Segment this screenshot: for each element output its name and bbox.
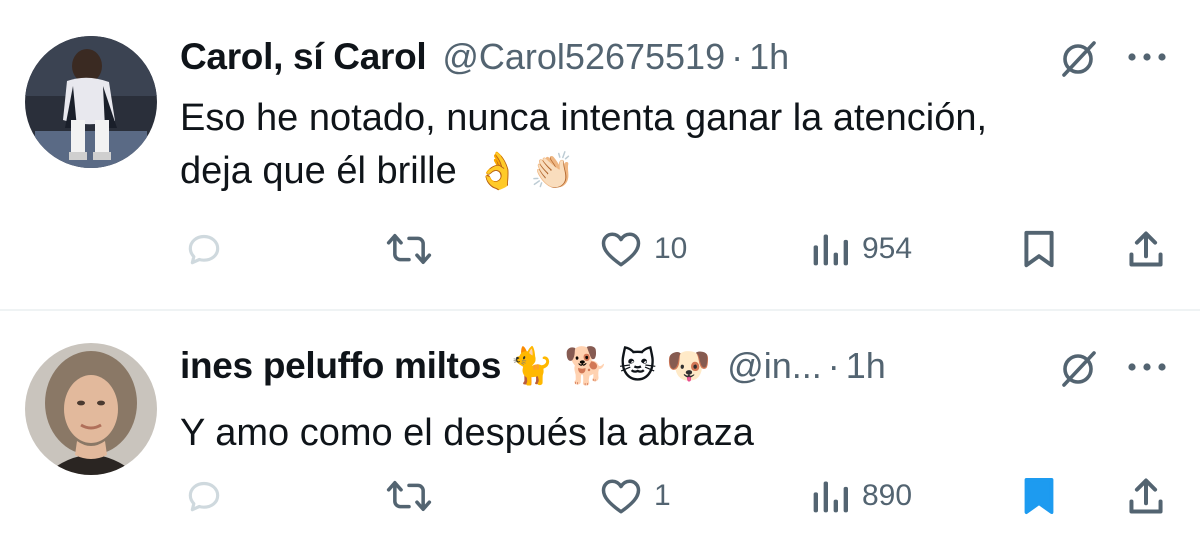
avatar-photo	[25, 36, 157, 168]
display-name[interactable]: Carol, sí Carol	[180, 36, 427, 78]
timestamp[interactable]: 1h	[846, 345, 886, 387]
grok-icon[interactable]	[1056, 347, 1100, 391]
share-icon	[1126, 229, 1166, 269]
tweet-text: Eso he notado, nunca intenta ganar la at…	[180, 92, 987, 198]
tweet-text-line-1: Y amo como el después la abraza	[180, 412, 754, 454]
action-bar: 1 890	[0, 471, 1200, 521]
bookmark-button[interactable]	[1021, 471, 1057, 521]
bookmark-icon	[1021, 229, 1057, 269]
tweet-text-line-1: Eso he notado, nunca intenta ganar la at…	[180, 97, 988, 139]
reply-icon	[184, 229, 224, 269]
avatar[interactable]	[25, 343, 157, 475]
separator-dot: ·	[827, 345, 840, 386]
separator-dot: ·	[731, 36, 744, 77]
user-handle[interactable]: @in...	[727, 345, 822, 387]
tweet-header: Carol, sí Carol @Carol52675519 · 1h	[180, 32, 789, 82]
reply-button[interactable]	[184, 471, 224, 521]
like-button[interactable]: 1	[600, 471, 671, 521]
share-button[interactable]	[1126, 224, 1166, 274]
views-icon	[810, 476, 850, 516]
avatar-photo	[25, 343, 157, 475]
bookmark-filled-icon	[1021, 476, 1057, 516]
reply-button[interactable]	[184, 224, 224, 274]
like-button[interactable]: 10	[600, 224, 687, 274]
tweet-header: ines peluffo miltos 🐈 🐕 🐱 🐶 @in... · 1h	[180, 341, 886, 391]
display-name[interactable]: ines peluffo miltos	[180, 345, 501, 387]
share-icon	[1126, 476, 1166, 516]
tweet-text: Y amo como el después la abraza	[180, 407, 754, 460]
heart-icon	[600, 476, 642, 516]
views-icon	[810, 229, 850, 269]
reply-icon	[184, 476, 224, 516]
tweet-1[interactable]: Carol, sí Carol @Carol52675519 · 1h Eso …	[0, 0, 1200, 310]
user-handle[interactable]: @Carol52675519	[442, 36, 725, 78]
view-count: 890	[862, 479, 913, 512]
retweet-button[interactable]	[386, 224, 432, 274]
tweet-2[interactable]: ines peluffo miltos 🐈 🐕 🐱 🐶 @in... · 1h …	[0, 311, 1200, 549]
tweet-text-line-2-text: deja que él brille	[180, 150, 457, 192]
avatar[interactable]	[25, 36, 157, 168]
name-emoji: 🐈 🐕 🐱 🐶	[509, 345, 712, 386]
timestamp[interactable]: 1h	[749, 36, 789, 78]
more-icon[interactable]	[1124, 47, 1170, 67]
text-emoji: 👌 👏🏻	[475, 150, 575, 191]
view-count: 954	[862, 232, 913, 265]
bookmark-button[interactable]	[1021, 224, 1057, 274]
retweet-icon	[386, 229, 432, 269]
tweet-text-line-2: deja que él brille 👌 👏🏻	[180, 145, 987, 198]
more-icon[interactable]	[1124, 357, 1170, 377]
like-count: 10	[654, 232, 688, 265]
views-button[interactable]: 890	[810, 471, 912, 521]
views-button[interactable]: 954	[810, 224, 912, 274]
retweet-button[interactable]	[386, 471, 432, 521]
grok-icon[interactable]	[1056, 37, 1100, 81]
like-count: 1	[654, 479, 671, 512]
heart-icon	[600, 229, 642, 269]
retweet-icon	[386, 476, 432, 516]
action-bar: 10 954	[0, 224, 1200, 274]
share-button[interactable]	[1126, 471, 1166, 521]
